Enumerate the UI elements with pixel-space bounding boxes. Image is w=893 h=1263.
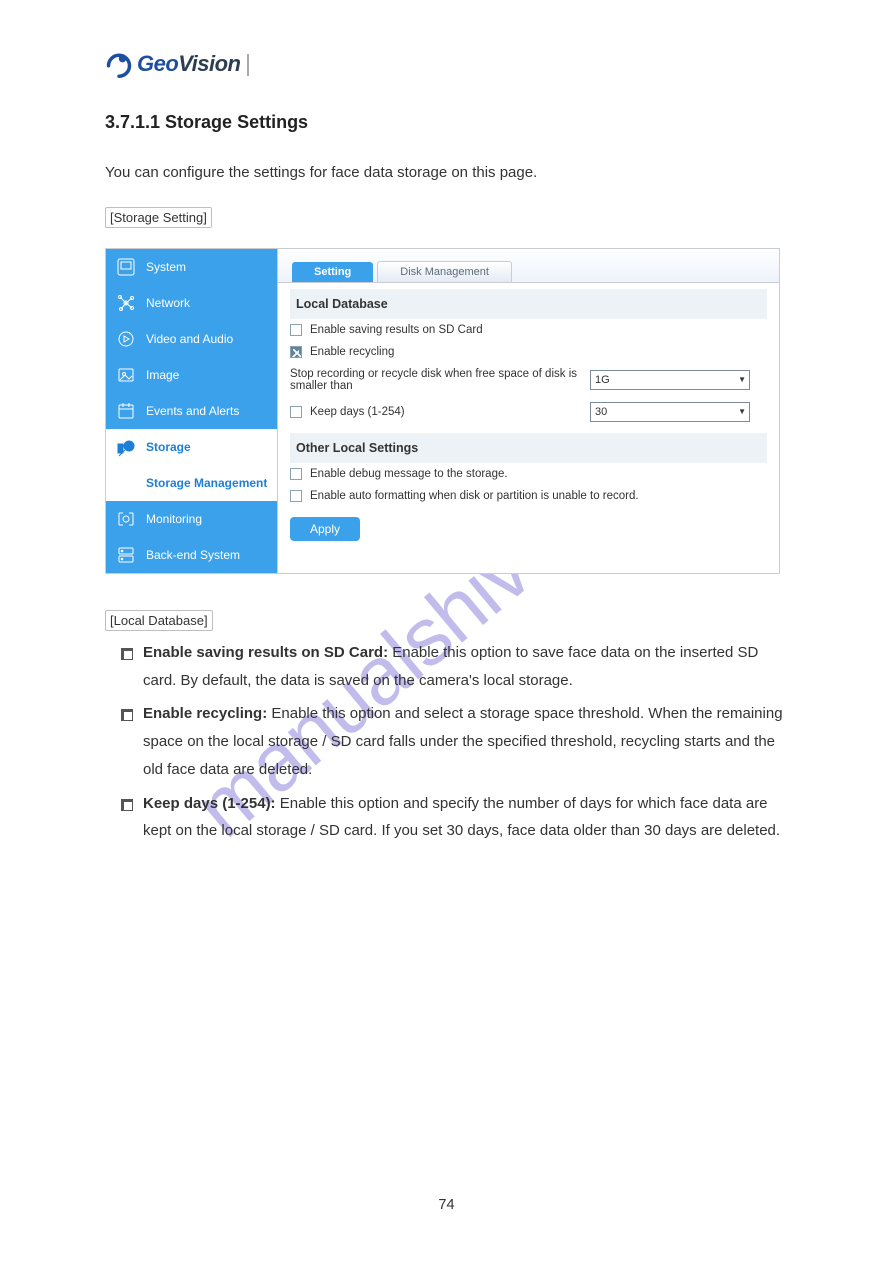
sidebar-item-label: Video and Audio <box>146 332 233 346</box>
bullet-item: Enable recycling: Enable this option and… <box>121 700 788 783</box>
sidebar-item-network[interactable]: Network <box>106 285 277 321</box>
sidebar-item-label: Back-end System <box>146 548 240 562</box>
select-keep-days[interactable]: 30 ▼ <box>590 402 750 422</box>
sidebar-item-storage[interactable]: Storage <box>106 429 277 465</box>
monitor-icon <box>116 509 136 529</box>
label-enable-sd: Enable saving results on SD Card <box>310 324 483 336</box>
server-icon <box>116 545 136 565</box>
system-icon <box>116 257 136 277</box>
group-other-local: Other Local Settings <box>290 433 767 463</box>
sidebar-subitem-storage-management[interactable]: Storage Management <box>106 465 277 501</box>
sidebar-item-label: Image <box>146 368 179 382</box>
apply-button[interactable]: Apply <box>290 517 360 541</box>
sidebar-item-events[interactable]: Events and Alerts <box>106 393 277 429</box>
label-autoformat: Enable auto formatting when disk or part… <box>310 490 639 502</box>
label-threshold: Stop recording or recycle disk when free… <box>290 368 590 392</box>
storage-icon <box>116 437 136 457</box>
calendar-icon <box>116 401 136 421</box>
bullet-title: Keep days (1-254): <box>143 795 276 812</box>
brand-wordmark: GeoVision <box>137 51 249 77</box>
bullet-item: Keep days (1-254): Enable this option an… <box>121 790 788 846</box>
section-heading: 3.7.1.1 Storage Settings <box>105 112 788 133</box>
chevron-down-icon: ▼ <box>738 375 746 384</box>
page-number: 74 <box>438 1197 454 1213</box>
video-icon <box>116 329 136 349</box>
sidebar-item-label: System <box>146 260 186 274</box>
checkbox-autoformat[interactable] <box>290 490 302 502</box>
group-local-database: Local Database <box>290 289 767 319</box>
sidebar-item-label: Events and Alerts <box>146 404 239 418</box>
label-enable-recycling: Enable recycling <box>310 346 394 358</box>
tab-setting[interactable]: Setting <box>292 262 373 282</box>
tab-disk-management[interactable]: Disk Management <box>377 261 512 282</box>
bullet-title: Enable saving results on SD Card: <box>143 644 388 661</box>
select-threshold[interactable]: 1G ▼ <box>590 370 750 390</box>
sidebar-item-monitoring[interactable]: Monitoring <box>106 501 277 537</box>
sidebar-item-image[interactable]: Image <box>106 357 277 393</box>
checkbox-keep-days[interactable] <box>290 406 302 418</box>
network-icon <box>116 293 136 313</box>
checkbox-enable-recycling[interactable] <box>290 346 302 358</box>
sidebar-item-video[interactable]: Video and Audio <box>106 321 277 357</box>
bullets-tag: [Local Database] <box>105 610 213 631</box>
section-tag: [Storage Setting] <box>105 207 212 228</box>
bullet-list: Enable saving results on SD Card: Enable… <box>121 639 788 845</box>
select-keep-days-value: 30 <box>595 406 607 418</box>
checkbox-enable-sd[interactable] <box>290 324 302 336</box>
sidebar-item-system[interactable]: System <box>106 249 277 285</box>
checkbox-debug[interactable] <box>290 468 302 480</box>
bullet-item: Enable saving results on SD Card: Enable… <box>121 639 788 695</box>
sidebar-item-backend[interactable]: Back-end System <box>106 537 277 573</box>
globe-icon <box>105 50 133 78</box>
tab-strip: Setting Disk Management <box>278 249 779 283</box>
sidebar-item-label: Storage <box>146 440 191 454</box>
brand-logo: GeoVision <box>105 50 788 78</box>
bullet-title: Enable recycling: <box>143 705 267 722</box>
chevron-down-icon: ▼ <box>738 407 746 416</box>
sidebar-item-label: Network <box>146 296 190 310</box>
select-threshold-value: 1G <box>595 374 610 386</box>
image-icon <box>116 365 136 385</box>
settings-screenshot: System Network Video and Audio Image Eve… <box>105 248 780 574</box>
sidebar: System Network Video and Audio Image Eve… <box>106 249 277 573</box>
label-debug: Enable debug message to the storage. <box>310 468 508 480</box>
sidebar-item-label: Monitoring <box>146 512 202 526</box>
intro-paragraph: You can configure the settings for face … <box>105 159 788 187</box>
label-keep-days: Keep days (1-254) <box>310 406 590 418</box>
